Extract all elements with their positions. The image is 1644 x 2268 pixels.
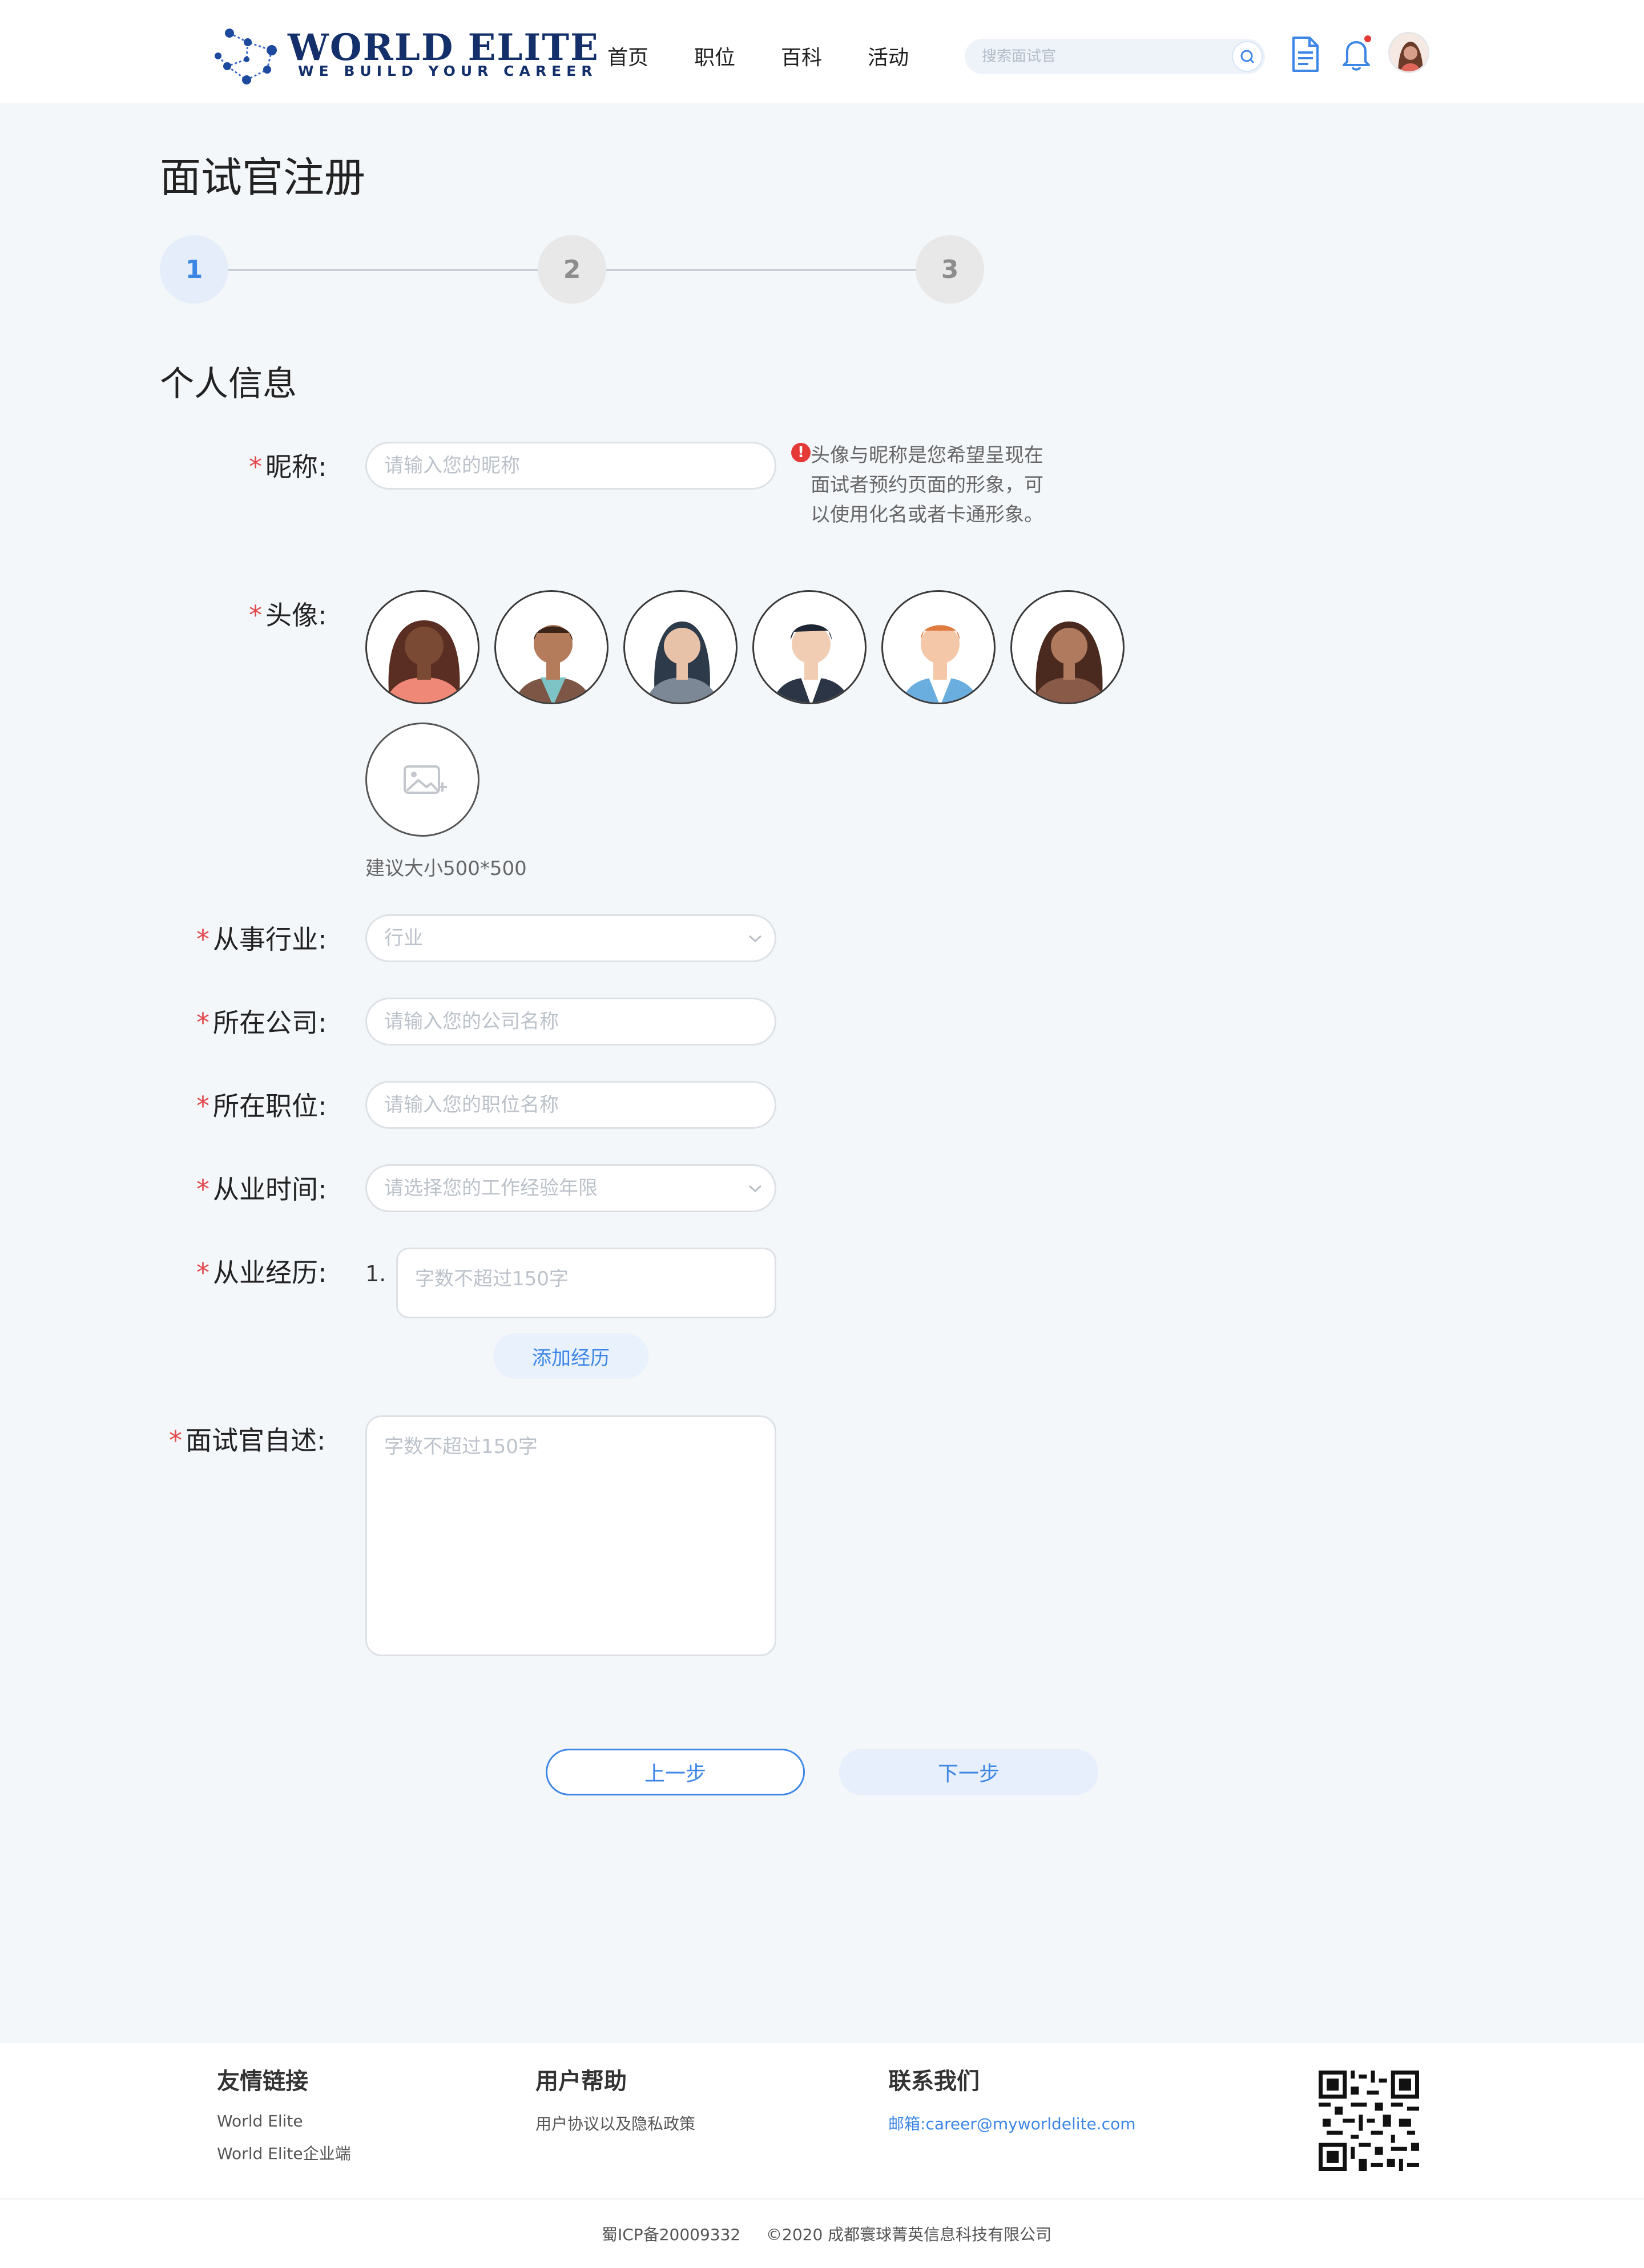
image-upload-icon — [404, 765, 447, 794]
next-step-button[interactable]: 下一步 — [839, 1749, 1098, 1795]
logo-subtitle: WE BUILD YOUR CAREER — [298, 63, 598, 79]
required-mark: * — [196, 1091, 209, 1121]
step-3: 3 — [916, 235, 984, 304]
footer-link-privacy[interactable]: 用户协议以及隐私政策 — [535, 2112, 695, 2134]
icp-number[interactable]: 蜀ICP备20009332 — [602, 2222, 740, 2245]
industry-select[interactable] — [365, 914, 776, 962]
nav-home[interactable]: 首页 — [607, 41, 648, 71]
add-experience-button[interactable]: 添加经历 — [493, 1333, 648, 1379]
required-mark: * — [249, 451, 262, 482]
top-nav-bar: WORLD ELITE WE BUILD YOUR CAREER 首页 职位 百… — [0, 0, 1644, 103]
search-bar — [965, 39, 1265, 74]
required-mark: * — [169, 1425, 182, 1456]
bell-icon[interactable] — [1339, 34, 1373, 74]
years-label: * 从业时间: — [196, 1174, 327, 1205]
step-1: 1 — [160, 235, 228, 304]
self-intro-label: * 面试官自述: — [169, 1425, 326, 1456]
footer-link-world-elite[interactable]: World Elite — [217, 2112, 303, 2130]
qr-code-icon — [1319, 2071, 1419, 2171]
required-mark: * — [196, 1257, 209, 1288]
footer-contact-title: 联系我们 — [888, 2068, 980, 2095]
company-label: * 所在公司: — [196, 1007, 327, 1038]
page-title: 面试官注册 — [160, 154, 366, 201]
avatar-upload-button[interactable] — [365, 723, 480, 837]
avatar-option-3[interactable] — [623, 590, 738, 704]
nickname-hint: 头像与昵称是您希望呈现在面试者预约页面的形象，可以使用化名或者卡通形象。 — [811, 444, 1043, 526]
step-2: 2 — [538, 235, 606, 304]
nav-jobs[interactable]: 职位 — [694, 41, 735, 71]
required-mark: * — [196, 1007, 209, 1038]
world-elite-logo[interactable]: WORLD ELITE WE BUILD YOUR CAREER — [212, 25, 598, 88]
required-mark: * — [196, 924, 209, 955]
notification-dot — [1364, 35, 1371, 42]
copyright-text: ©2020 成都寰球菁英信息科技有限公司 — [766, 2225, 1052, 2244]
nickname-input[interactable] — [365, 442, 776, 490]
avatar-option-5[interactable] — [881, 590, 996, 704]
avatar-option-1[interactable] — [365, 590, 480, 704]
position-input[interactable] — [365, 1081, 776, 1129]
position-label: * 所在职位: — [196, 1091, 327, 1121]
chevron-down-icon — [748, 1185, 762, 1193]
experience-item-number: 1. — [365, 1261, 386, 1286]
step-connector — [228, 269, 538, 271]
search-icon — [1240, 50, 1255, 64]
nav-wiki[interactable]: 百科 — [781, 41, 822, 71]
document-icon[interactable] — [1288, 34, 1322, 74]
search-button[interactable] — [1232, 41, 1263, 72]
self-intro-textarea[interactable] — [365, 1415, 776, 1656]
avatar-option-2[interactable] — [494, 590, 609, 704]
footer-links-title: 友情链接 — [217, 2068, 308, 2095]
avatar-option-4[interactable] — [752, 590, 867, 704]
section-title: 个人信息 — [160, 364, 297, 404]
search-input[interactable] — [982, 39, 1222, 74]
warning-icon: ! — [791, 443, 811, 462]
required-mark: * — [196, 1174, 209, 1205]
footer-divider — [0, 2198, 1644, 2200]
industry-label: * 从事行业: — [196, 924, 327, 955]
nickname-label: * 昵称: — [249, 451, 327, 482]
chevron-down-icon — [748, 935, 762, 943]
experience-textarea[interactable] — [396, 1248, 776, 1318]
footer-help-title: 用户帮助 — [535, 2068, 627, 2095]
required-mark: * — [249, 600, 262, 631]
upload-size-tip: 建议大小500*500 — [365, 857, 527, 880]
years-select[interactable] — [365, 1164, 776, 1212]
experience-label: * 从业经历: — [196, 1257, 327, 1288]
footer-link-enterprise[interactable]: World Elite企业端 — [217, 2141, 351, 2164]
user-avatar[interactable] — [1388, 32, 1429, 73]
logo-molecule-icon — [215, 29, 277, 84]
nav-events[interactable]: 活动 — [868, 41, 909, 71]
avatar-label: * 头像: — [249, 600, 327, 631]
step-connector — [606, 269, 916, 271]
previous-step-button[interactable]: 上一步 — [546, 1749, 805, 1795]
company-input[interactable] — [365, 998, 776, 1046]
footer-email[interactable]: 邮箱:career@myworldelite.com — [888, 2112, 1135, 2134]
avatar-option-6[interactable] — [1010, 590, 1125, 704]
